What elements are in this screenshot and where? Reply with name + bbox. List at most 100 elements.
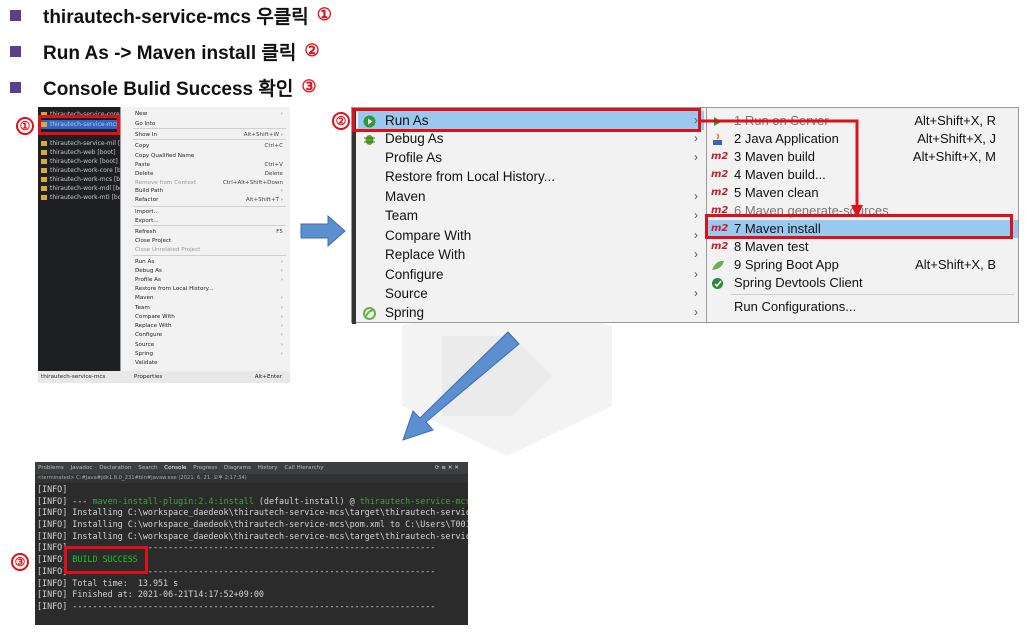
menu-item-source[interactable]: Source › — [358, 284, 704, 303]
tab-progress[interactable]: Progress — [193, 465, 217, 471]
chevron-right-icon: › — [280, 332, 283, 338]
tree-item[interactable]: thirautech-work-mdl [boot] — [41, 184, 131, 193]
menu-item-label: Source — [385, 286, 428, 301]
menu-item-label: Build Path — [135, 188, 164, 194]
menu-item-configure[interactable]: Configure › — [358, 265, 704, 284]
context-menu-item[interactable]: Team › — [135, 304, 285, 313]
project-tree: thirautech-service-core thirautech-servi… — [38, 107, 136, 383]
menu-item-profile-as[interactable]: Profile As › — [358, 148, 704, 167]
submenu-item-shortcut: Alt+Shift+X, M — [912, 149, 996, 164]
instruction-1: thirautech-service-mcs 우클릭 ① — [10, 1, 332, 29]
devtools-icon — [711, 277, 727, 289]
context-menu-item[interactable]: Copy Ctrl+C — [135, 142, 285, 151]
menu-item-label: Delete — [135, 171, 154, 177]
context-menu-item[interactable]: New › — [135, 110, 285, 119]
context-menu-item[interactable]: Export... — [135, 217, 285, 226]
tab-javadoc[interactable]: Javadoc — [71, 465, 93, 471]
tab-search[interactable]: Search — [138, 465, 157, 471]
menu-item-label: Go Into — [135, 121, 156, 127]
submenu-item[interactable]: Spring Devtools Client — [707, 274, 1018, 292]
context-menu-item[interactable]: Delete Delete — [135, 170, 285, 179]
menu-item-label: Spring — [135, 351, 154, 357]
context-menu-item[interactable]: Configure › — [135, 331, 285, 340]
context-menu-item[interactable]: Validate — [135, 359, 285, 368]
context-menu-item[interactable]: Restore from Local History... — [135, 285, 285, 294]
submenu-item-label: Run Configurations... — [734, 299, 857, 314]
menu-item-shortcut: Ctrl+V — [264, 162, 283, 168]
context-menu-item[interactable]: Close Project — [135, 237, 285, 246]
console-line: [INFO] ---------------------------------… — [37, 601, 468, 613]
tab-call-hierarchy[interactable]: Call Hierarchy — [284, 465, 323, 471]
menu-item-label: Spring — [385, 305, 425, 320]
context-menu-item[interactable]: Maven › — [135, 294, 285, 303]
menu-item-label: Replace With — [135, 323, 172, 329]
tree-item[interactable]: thirautech-work-mcs [boot] — [41, 175, 132, 184]
menu-item-shortcut: F5 — [276, 229, 283, 235]
menu-item-shortcut: Alt+Shift+W › — [243, 132, 283, 138]
console-line: [INFO] --- maven-install-plugin:2.4:inst… — [37, 496, 468, 508]
menu-item-spring[interactable]: Spring › — [358, 303, 704, 322]
context-menu-item[interactable]: Close Unrelated Project — [135, 246, 285, 255]
console-line: [INFO] Installing C:\workspace_daedeok\t… — [37, 519, 468, 531]
submenu-item-label: 9 Spring Boot App — [734, 257, 839, 272]
menu-item-compare-with[interactable]: Compare With › — [358, 226, 704, 245]
context-menu-item[interactable]: Run As › — [135, 258, 285, 267]
menu-item-label: Maven — [135, 295, 154, 301]
menu-item-label: Refactor — [135, 197, 159, 203]
menu-item-label: Configure — [385, 267, 444, 282]
view-toolbar-buttons[interactable]: ⟳ ≡ ✕ ✕ — [435, 462, 459, 474]
menu-item-label: Run As — [135, 259, 155, 265]
console-line: [INFO] Total time: 13.951 s — [37, 578, 468, 590]
context-menu-item[interactable]: Debug As › — [135, 267, 285, 276]
step-number: ③ — [301, 77, 317, 96]
console-line: [INFO] — [37, 484, 468, 496]
menu-item-restore-local-history[interactable]: Restore from Local History... — [358, 167, 704, 186]
context-menu-item[interactable]: Refactor Alt+Shift+T › — [135, 196, 285, 205]
context-menu-item[interactable]: Paste Ctrl+V — [135, 161, 285, 170]
tab-console[interactable]: Console — [164, 465, 186, 471]
context-menu-item[interactable]: Go Into — [135, 120, 285, 129]
context-menu-item[interactable]: Source › — [135, 341, 285, 350]
menu-item-label: Validate — [135, 360, 158, 366]
context-menu-item[interactable]: Build Path › — [135, 187, 285, 196]
tree-item[interactable]: thirautech-work [boot] — [41, 157, 118, 166]
submenu-item[interactable]: Run Configurations... — [707, 298, 1018, 316]
context-menu-item[interactable]: Import... — [135, 208, 285, 217]
tab-history[interactable]: History — [258, 465, 278, 471]
chevron-right-icon: › — [694, 228, 698, 242]
chevron-right-icon: › — [694, 208, 698, 222]
context-menu-item[interactable]: Copy Qualified Name — [135, 152, 285, 161]
tab-problems[interactable]: Problems — [38, 465, 64, 471]
console-text: [INFO] Installing C:\workspace_daedeok\t… — [37, 519, 468, 530]
context-menu-item[interactable]: Compare With › — [135, 313, 285, 322]
step-number: ① — [316, 5, 333, 24]
console-text: (default-install) @ — [253, 495, 360, 506]
context-menu-item[interactable]: Replace With › — [135, 322, 285, 331]
context-menu-item[interactable]: Refresh F5 — [135, 228, 285, 237]
menu-separator — [731, 294, 1014, 295]
console-line: [INFO] Installing C:\workspace_daedeok\t… — [37, 507, 468, 519]
context-menu-item[interactable]: Spring › — [135, 350, 285, 359]
spring-boot-icon — [711, 259, 727, 271]
chevron-right-icon: › — [280, 188, 283, 194]
chevron-right-icon: › — [280, 277, 283, 283]
tree-item[interactable]: thirautech-work-mtl [boot] — [41, 193, 130, 202]
console-text: maven-install-plugin:2.4:install — [92, 495, 254, 506]
context-menu-item[interactable]: Profile As › — [135, 276, 285, 285]
submenu-item[interactable]: 9 Spring Boot App Alt+Shift+X, B — [707, 256, 1018, 274]
submenu-item-shortcut: Alt+Shift+X, B — [915, 257, 996, 272]
tab-declaration[interactable]: Declaration — [99, 465, 131, 471]
submenu-item[interactable]: m2 8 Maven test — [707, 238, 1018, 256]
menu-item-label: Refresh — [135, 229, 157, 235]
menu-item-team[interactable]: Team › — [358, 206, 704, 225]
footer-properties[interactable]: Properties — [134, 371, 162, 383]
tree-item[interactable]: thirautech-web [boot] — [41, 148, 116, 157]
context-menu-item[interactable]: Show In Alt+Shift+W › — [135, 131, 285, 140]
menu-item-replace-with[interactable]: Replace With › — [358, 245, 704, 264]
highlight-box-run-as — [352, 108, 701, 132]
menu-item-label: Compare With — [385, 228, 472, 243]
chevron-right-icon: › — [280, 351, 283, 357]
menu-item-maven[interactable]: Maven › — [358, 187, 704, 206]
tab-diagrams[interactable]: Diagrams — [224, 465, 251, 471]
chevron-right-icon: › — [694, 305, 698, 319]
